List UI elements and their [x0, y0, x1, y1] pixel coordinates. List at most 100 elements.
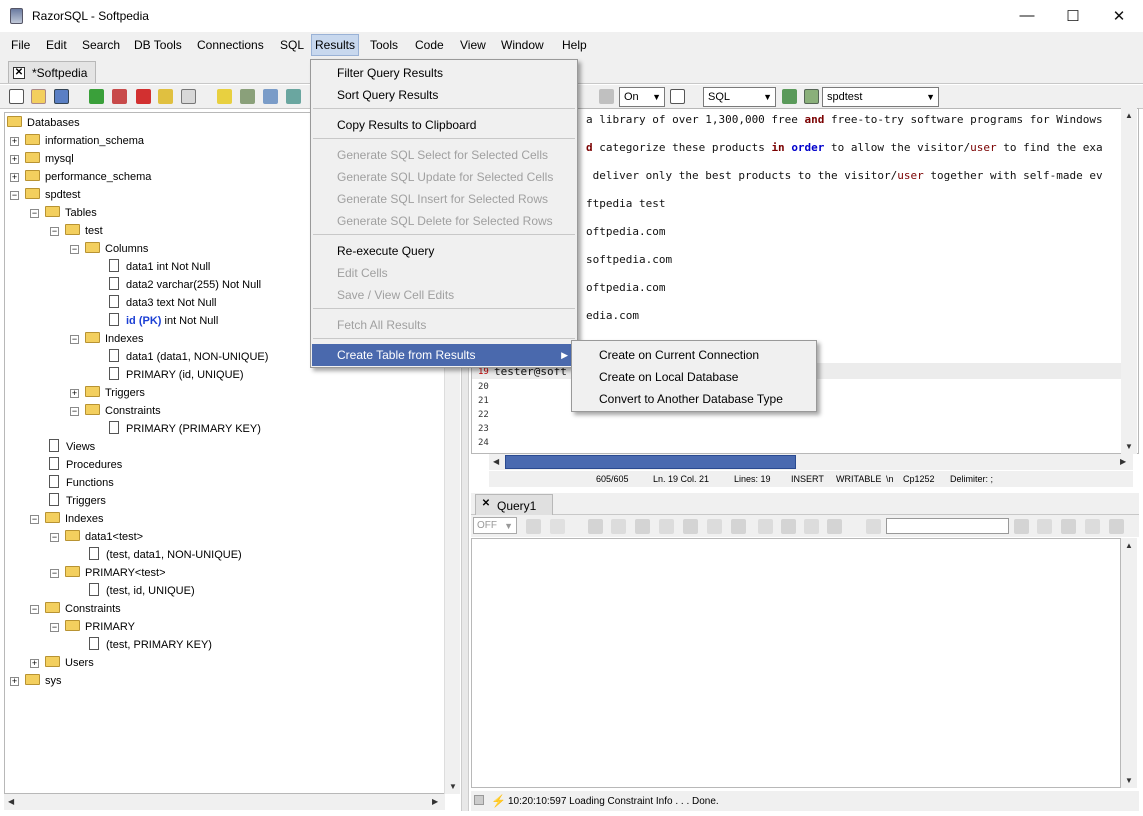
- tree-node-spdtest[interactable]: spdtest: [25, 186, 80, 204]
- tree-node-performance-schema[interactable]: performance_schema: [25, 168, 151, 186]
- tree-node-constraint[interactable]: PRIMARY (PRIMARY KEY): [109, 420, 261, 438]
- menu-item-generate-select[interactable]: Generate SQL Select for Selected Cells: [312, 144, 576, 166]
- collapse-icon[interactable]: −: [30, 515, 39, 524]
- calendar-icon[interactable]: [670, 89, 685, 104]
- save-icon[interactable]: [54, 89, 69, 104]
- new-file-icon[interactable]: [9, 89, 24, 104]
- tree-node-column[interactable]: data1 int Not Null: [109, 258, 210, 276]
- tree-node-column-pk[interactable]: id (PK) int Not Null: [109, 312, 218, 330]
- scroll-left-icon[interactable]: ◀: [493, 457, 499, 466]
- menu-tools[interactable]: Tools: [367, 36, 401, 54]
- menu-item-create-table-from-results[interactable]: Create Table from Results ▶: [312, 344, 576, 366]
- menu-edit[interactable]: Edit: [43, 36, 70, 54]
- document-icon[interactable]: [804, 519, 819, 534]
- tree-node-sys[interactable]: sys: [25, 672, 62, 690]
- pin-icon[interactable]: [866, 519, 881, 534]
- expand-icon[interactable]: +: [10, 137, 19, 146]
- menu-sql[interactable]: SQL: [277, 36, 307, 54]
- on-combo[interactable]: On ▼: [619, 87, 665, 107]
- expand-icon[interactable]: +: [10, 677, 19, 686]
- minimize-button[interactable]: —: [1004, 0, 1050, 31]
- collapse-icon[interactable]: −: [50, 623, 59, 632]
- connect-icon[interactable]: [89, 89, 104, 104]
- tree-node-constraints[interactable]: Constraints: [85, 402, 161, 420]
- sort-icon[interactable]: [550, 519, 565, 534]
- tree-node-databases[interactable]: Databases: [7, 114, 80, 132]
- collapse-icon[interactable]: −: [30, 605, 39, 614]
- scroll-right-icon[interactable]: ▶: [1120, 457, 1126, 466]
- expand-icon[interactable]: +: [10, 155, 19, 164]
- menu-search[interactable]: Search: [79, 36, 123, 54]
- add-connection-icon[interactable]: [158, 89, 173, 104]
- tree-horizontal-scrollbar[interactable]: ◀ ▶: [4, 794, 445, 810]
- menu-db-tools[interactable]: DB Tools: [131, 36, 185, 54]
- tree-node-triggers[interactable]: Triggers: [49, 492, 106, 510]
- menu-item-filter-query-results[interactable]: Filter Query Results: [312, 62, 576, 84]
- tree-node-columns[interactable]: Columns: [85, 240, 148, 258]
- tree-node-indexes[interactable]: Indexes: [45, 510, 104, 528]
- collapse-icon[interactable]: −: [50, 569, 59, 578]
- tree-node-index[interactable]: PRIMARY (id, UNIQUE): [109, 366, 244, 384]
- grid-icon[interactable]: [240, 89, 255, 104]
- scroll-down-icon[interactable]: ▼: [1125, 442, 1133, 451]
- scroll-left-icon[interactable]: ◀: [8, 797, 14, 806]
- menu-item-generate-update[interactable]: Generate SQL Update for Selected Cells: [312, 166, 576, 188]
- results-grid[interactable]: [471, 538, 1121, 788]
- submenu-item-create-on-local-database[interactable]: Create on Local Database: [573, 366, 815, 388]
- tree-node-indexes[interactable]: Indexes: [85, 330, 144, 348]
- tree-node-index[interactable]: data1 (data1, NON-UNIQUE): [109, 348, 268, 366]
- tree-node-test[interactable]: test: [65, 222, 103, 240]
- menu-results[interactable]: Results: [311, 34, 360, 56]
- tree-node-procedures[interactable]: Procedures: [49, 456, 122, 474]
- off-combo[interactable]: OFF ▼: [473, 517, 517, 534]
- tree-node-index-group[interactable]: PRIMARY<test>: [65, 564, 166, 582]
- grid-icon[interactable]: [827, 519, 842, 534]
- refresh-icon[interactable]: [782, 89, 797, 104]
- save-icon[interactable]: [526, 519, 541, 534]
- tree-node-triggers[interactable]: Triggers: [85, 384, 145, 402]
- tree-node-constraints[interactable]: Constraints: [45, 600, 121, 618]
- close-tab-icon[interactable]: ✕: [480, 499, 492, 511]
- tree-node-index-detail[interactable]: (test, data1, NON-UNIQUE): [89, 546, 242, 564]
- menu-item-reexecute-query[interactable]: Re-execute Query: [312, 240, 576, 262]
- tree-node-constraint-detail[interactable]: (test, PRIMARY KEY): [89, 636, 212, 654]
- tree-node-primary[interactable]: PRIMARY: [65, 618, 135, 636]
- tree-node-information-schema[interactable]: information_schema: [25, 132, 144, 150]
- query-tab[interactable]: ✕ Query1: [475, 494, 553, 515]
- submenu-item-create-on-current-connection[interactable]: Create on Current Connection: [573, 344, 815, 366]
- tree-node-column[interactable]: data3 text Not Null: [109, 294, 217, 312]
- collapse-icon[interactable]: −: [30, 209, 39, 218]
- language-combo[interactable]: SQL ▼: [703, 87, 776, 107]
- menu-code[interactable]: Code: [412, 36, 447, 54]
- export-icon[interactable]: [263, 89, 278, 104]
- submenu-item-convert-database-type[interactable]: Convert to Another Database Type: [573, 388, 815, 410]
- tree-node-views[interactable]: Views: [49, 438, 95, 456]
- database-icon[interactable]: [181, 89, 196, 104]
- tree-node-index-detail[interactable]: (test, id, UNIQUE): [89, 582, 195, 600]
- menu-item-save-view-cell-edits[interactable]: Save / View Cell Edits: [312, 284, 576, 306]
- edit-icon[interactable]: [635, 519, 650, 534]
- maximize-button[interactable]: ☐: [1050, 0, 1096, 31]
- scroll-down-icon[interactable]: ▼: [1125, 776, 1133, 785]
- collapse-icon[interactable]: −: [70, 407, 79, 416]
- expand-icon[interactable]: +: [10, 173, 19, 182]
- expand-icon[interactable]: +: [70, 389, 79, 398]
- collapse-icon[interactable]: −: [10, 191, 19, 200]
- table-icon[interactable]: [758, 519, 773, 534]
- tree-node-index-group[interactable]: data1<test>: [65, 528, 143, 546]
- network-icon[interactable]: [1061, 519, 1076, 534]
- scroll-up-icon[interactable]: ▲: [1125, 541, 1133, 550]
- settings-icon[interactable]: [683, 519, 698, 534]
- results-search-input[interactable]: [886, 518, 1009, 534]
- menu-help[interactable]: Help: [559, 36, 590, 54]
- database-combo[interactable]: spdtest ▼: [822, 87, 939, 107]
- menu-item-generate-delete[interactable]: Generate SQL Delete for Selected Rows: [312, 210, 576, 232]
- edit-icon[interactable]: [1085, 519, 1100, 534]
- menu-file[interactable]: File: [8, 36, 33, 54]
- tree-node-column[interactable]: data2 varchar(255) Not Null: [109, 276, 261, 294]
- scroll-up-icon[interactable]: ▲: [1125, 111, 1133, 120]
- next-icon[interactable]: [1014, 519, 1029, 534]
- close-tab-icon[interactable]: ✕: [13, 67, 25, 79]
- tree-node-mysql[interactable]: mysql: [25, 150, 74, 168]
- menu-window[interactable]: Window: [498, 36, 547, 54]
